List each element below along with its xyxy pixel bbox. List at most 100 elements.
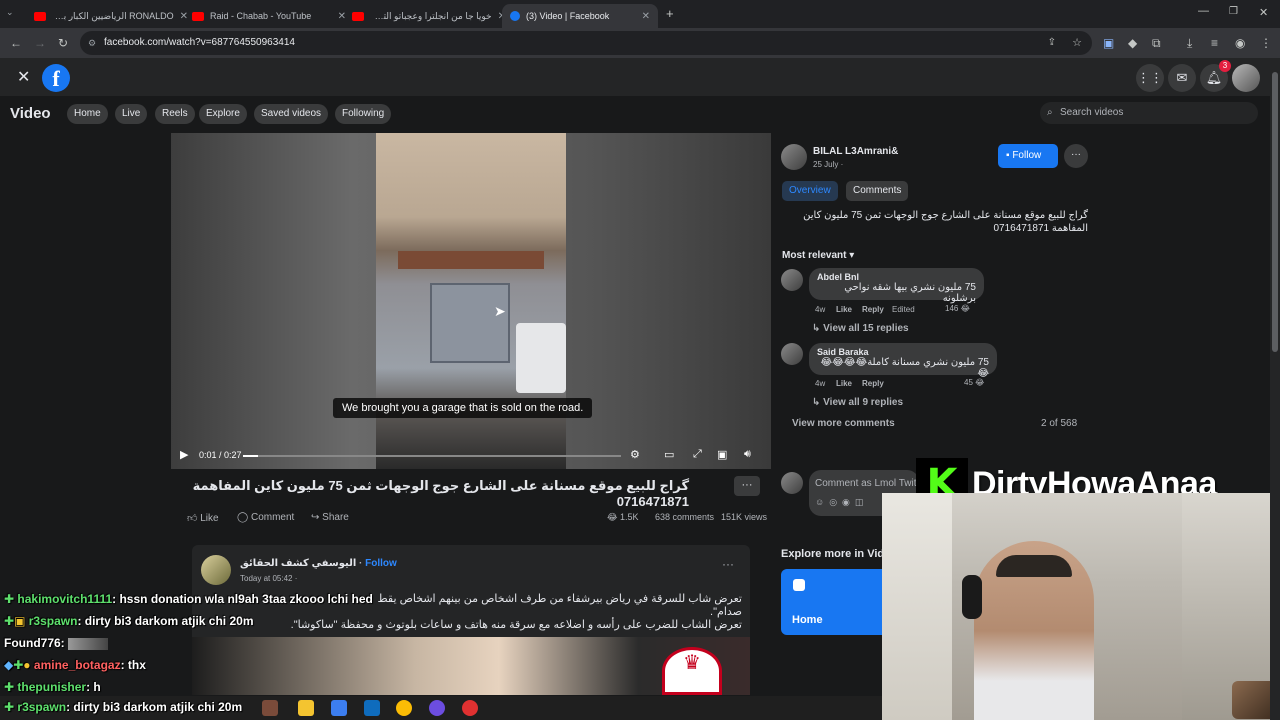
comment-reply-link[interactable]: Reply: [862, 379, 884, 388]
nav-live[interactable]: Live: [115, 104, 148, 124]
chat-emote: [68, 637, 109, 650]
comment-like-link[interactable]: Like: [836, 379, 852, 388]
comment-reactions[interactable]: 146 😂: [945, 304, 970, 313]
video-player[interactable]: ➤ We brought you a garage that is sold o…: [171, 133, 771, 469]
nav-saved-videos[interactable]: Saved videos: [254, 104, 329, 124]
obs-icon[interactable]: [429, 700, 445, 716]
view-replies-link[interactable]: ↳ View all 15 replies: [812, 323, 909, 334]
comment-like-link[interactable]: Like: [836, 305, 852, 314]
profile-icon[interactable]: ◉: [1235, 28, 1245, 58]
like-button[interactable]: 👍︎ Like: [187, 512, 219, 524]
messenger-icon[interactable]: ✉: [1168, 64, 1196, 92]
post-author-name[interactable]: اليوسفي كشف الحقائق: [240, 558, 356, 569]
white-van: [516, 323, 566, 393]
view-more-comments-link[interactable]: View more comments: [792, 418, 895, 429]
post-follow-link[interactable]: Follow: [365, 558, 397, 569]
restore-icon[interactable]: ❐: [1229, 6, 1238, 17]
comment-edited-label: Edited: [892, 305, 915, 314]
captions-icon[interactable]: ▭: [664, 448, 674, 461]
commenter-avatar[interactable]: [781, 343, 803, 365]
media-control-icon[interactable]: ≡: [1211, 28, 1218, 58]
nav-following[interactable]: Following: [335, 104, 392, 124]
comment-reply-link[interactable]: Reply: [862, 305, 884, 314]
tab-overview[interactable]: Overview: [782, 181, 838, 201]
browser-menu-icon[interactable]: ⋮: [1260, 28, 1272, 58]
expand-icon[interactable]: ⤢: [693, 448, 702, 461]
close-video-icon[interactable]: ✕: [17, 67, 30, 87]
puzzle-extensions-icon[interactable]: ⧉: [1152, 28, 1161, 58]
file-explorer-icon[interactable]: [298, 700, 314, 716]
commenter-name[interactable]: Said Baraka: [817, 347, 989, 357]
tab-ronaldo[interactable]: RONALDO الرياضيين الكبار بخلال ✕: [26, 4, 196, 28]
chrome-icon[interactable]: [396, 700, 412, 716]
volume-icon[interactable]: 🔊︎: [744, 448, 751, 461]
outlook-icon[interactable]: [364, 700, 380, 716]
taskbar-app-icon[interactable]: [262, 700, 278, 716]
scrollbar-thumb[interactable]: [1272, 72, 1278, 352]
reaction-summary[interactable]: 😂 1.5K: [607, 512, 639, 523]
view-replies-link[interactable]: ↳ View all 9 replies: [812, 397, 903, 408]
facebook-logo-icon[interactable]: f: [42, 64, 70, 92]
install-icon[interactable]: ⇪: [1048, 31, 1056, 55]
post-author-avatar[interactable]: [201, 555, 231, 585]
nav-home[interactable]: Home: [67, 104, 108, 124]
page-scrollbar[interactable]: [1270, 58, 1280, 720]
window-close-icon[interactable]: ✕: [1259, 6, 1268, 19]
play-icon[interactable]: ▶: [180, 448, 188, 461]
minimize-icon[interactable]: —: [1198, 5, 1209, 17]
comments-count[interactable]: 638 comments: [655, 512, 714, 522]
tab-comments[interactable]: Comments: [846, 181, 909, 201]
follow-button[interactable]: ▪ Follow: [998, 144, 1058, 168]
hair: [996, 555, 1072, 577]
forward-arrow-icon[interactable]: →: [34, 28, 46, 58]
close-icon[interactable]: ✕: [642, 11, 650, 22]
menu-grid-icon[interactable]: ⋮⋮: [1136, 64, 1164, 92]
tab-raid-chabab[interactable]: Raid - Chabab - YouTube ✕: [184, 4, 354, 28]
comment-button[interactable]: ◯ Comment: [237, 512, 294, 523]
translate-extension-icon[interactable]: ▣: [1103, 28, 1114, 58]
account-avatar[interactable]: [1232, 64, 1260, 92]
author-name[interactable]: BILAL L3Amrani&: [813, 146, 898, 157]
commenter-name[interactable]: Abdel Bnl: [817, 272, 976, 282]
tab-title: RONALDO الرياضيين الكبار بخلال: [52, 10, 174, 21]
chat-message: ✚ r3spawn: dirty bi3 darkom atjik chi 20…: [4, 700, 243, 714]
post-description: گراج للبيع موقع مسنانة على الشارع جوج ال…: [803, 210, 1088, 234]
tab-title: خويا جا من انجلترا وعجباتو التحولة: [370, 10, 492, 21]
video-progress-bar[interactable]: [243, 455, 621, 457]
facebook-header: ✕ f ⋮⋮ ✉ 🔔︎: [0, 58, 1270, 96]
author-more-icon[interactable]: ···: [1064, 144, 1088, 168]
comment-age: 4w: [815, 305, 826, 314]
settings-gear-icon[interactable]: ⚙: [630, 448, 640, 461]
sort-dropdown[interactable]: Most relevant ▾: [782, 250, 854, 261]
back-arrow-icon[interactable]: ←: [10, 28, 22, 58]
reload-icon[interactable]: ↻: [58, 28, 68, 58]
share-button[interactable]: ↪ Share: [311, 512, 349, 523]
commenter-avatar[interactable]: [781, 269, 803, 291]
tab-england[interactable]: خويا جا من انجلترا وعجباتو التحولة ✕: [344, 4, 514, 28]
site-info-icon[interactable]: ⚙: [88, 31, 96, 55]
video-frame: [376, 133, 566, 469]
post-more-options-icon[interactable]: ···: [734, 476, 760, 496]
download-icon[interactable]: ⤓: [1187, 28, 1192, 58]
post-options-icon[interactable]: ···: [722, 557, 734, 571]
extension-icon[interactable]: ◆: [1128, 28, 1137, 58]
tab-facebook-video[interactable]: (3) Video | Facebook ✕: [502, 4, 658, 28]
nav-reels[interactable]: Reels: [155, 104, 195, 124]
new-tab-icon[interactable]: +: [666, 6, 674, 21]
chevron-down-icon: ▾: [849, 250, 855, 261]
recording-app-icon[interactable]: [462, 700, 478, 716]
comment-reactions[interactable]: 45 😂: [964, 378, 985, 387]
author-avatar[interactable]: [781, 144, 807, 170]
bookmark-star-icon[interactable]: ☆: [1072, 31, 1082, 55]
headphones: [962, 575, 982, 619]
comment-age: 4w: [815, 379, 826, 388]
youtube-icon: [34, 11, 46, 21]
post-video-thumbnail[interactable]: ♛: [192, 637, 750, 695]
picture-in-picture-icon[interactable]: ▣: [717, 448, 727, 461]
explore-home-card[interactable]: Home: [781, 569, 882, 635]
search-videos-input[interactable]: ⌕ Search videos: [1040, 102, 1258, 124]
tab-search-icon[interactable]: ⌄: [6, 7, 14, 18]
address-bar[interactable]: ⚙ facebook.com/watch?v=687764550963414 ⇪…: [80, 31, 1092, 55]
nav-explore[interactable]: Explore: [199, 104, 247, 124]
calendar-app-icon[interactable]: [331, 700, 347, 716]
